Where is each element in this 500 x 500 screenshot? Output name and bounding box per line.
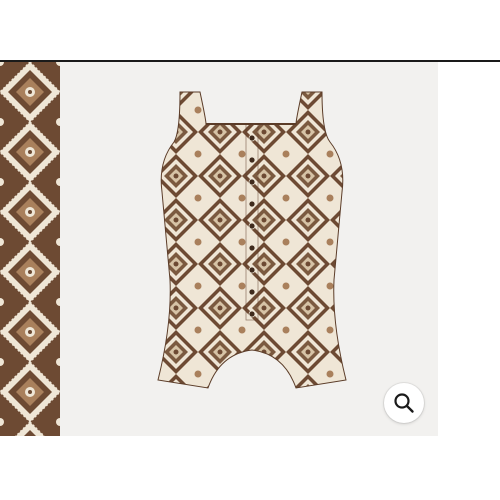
thumbnail-image[interactable]: [0, 62, 60, 436]
zoom-button[interactable]: [384, 383, 424, 423]
romper-image: [157, 91, 347, 389]
buttons: [248, 134, 256, 318]
product-page: [0, 0, 500, 500]
product-gallery: [0, 62, 500, 436]
search-icon: [394, 393, 414, 413]
main-product-image[interactable]: [60, 62, 438, 436]
pattern-swatch: [0, 62, 60, 436]
gallery-margin: [438, 62, 500, 436]
